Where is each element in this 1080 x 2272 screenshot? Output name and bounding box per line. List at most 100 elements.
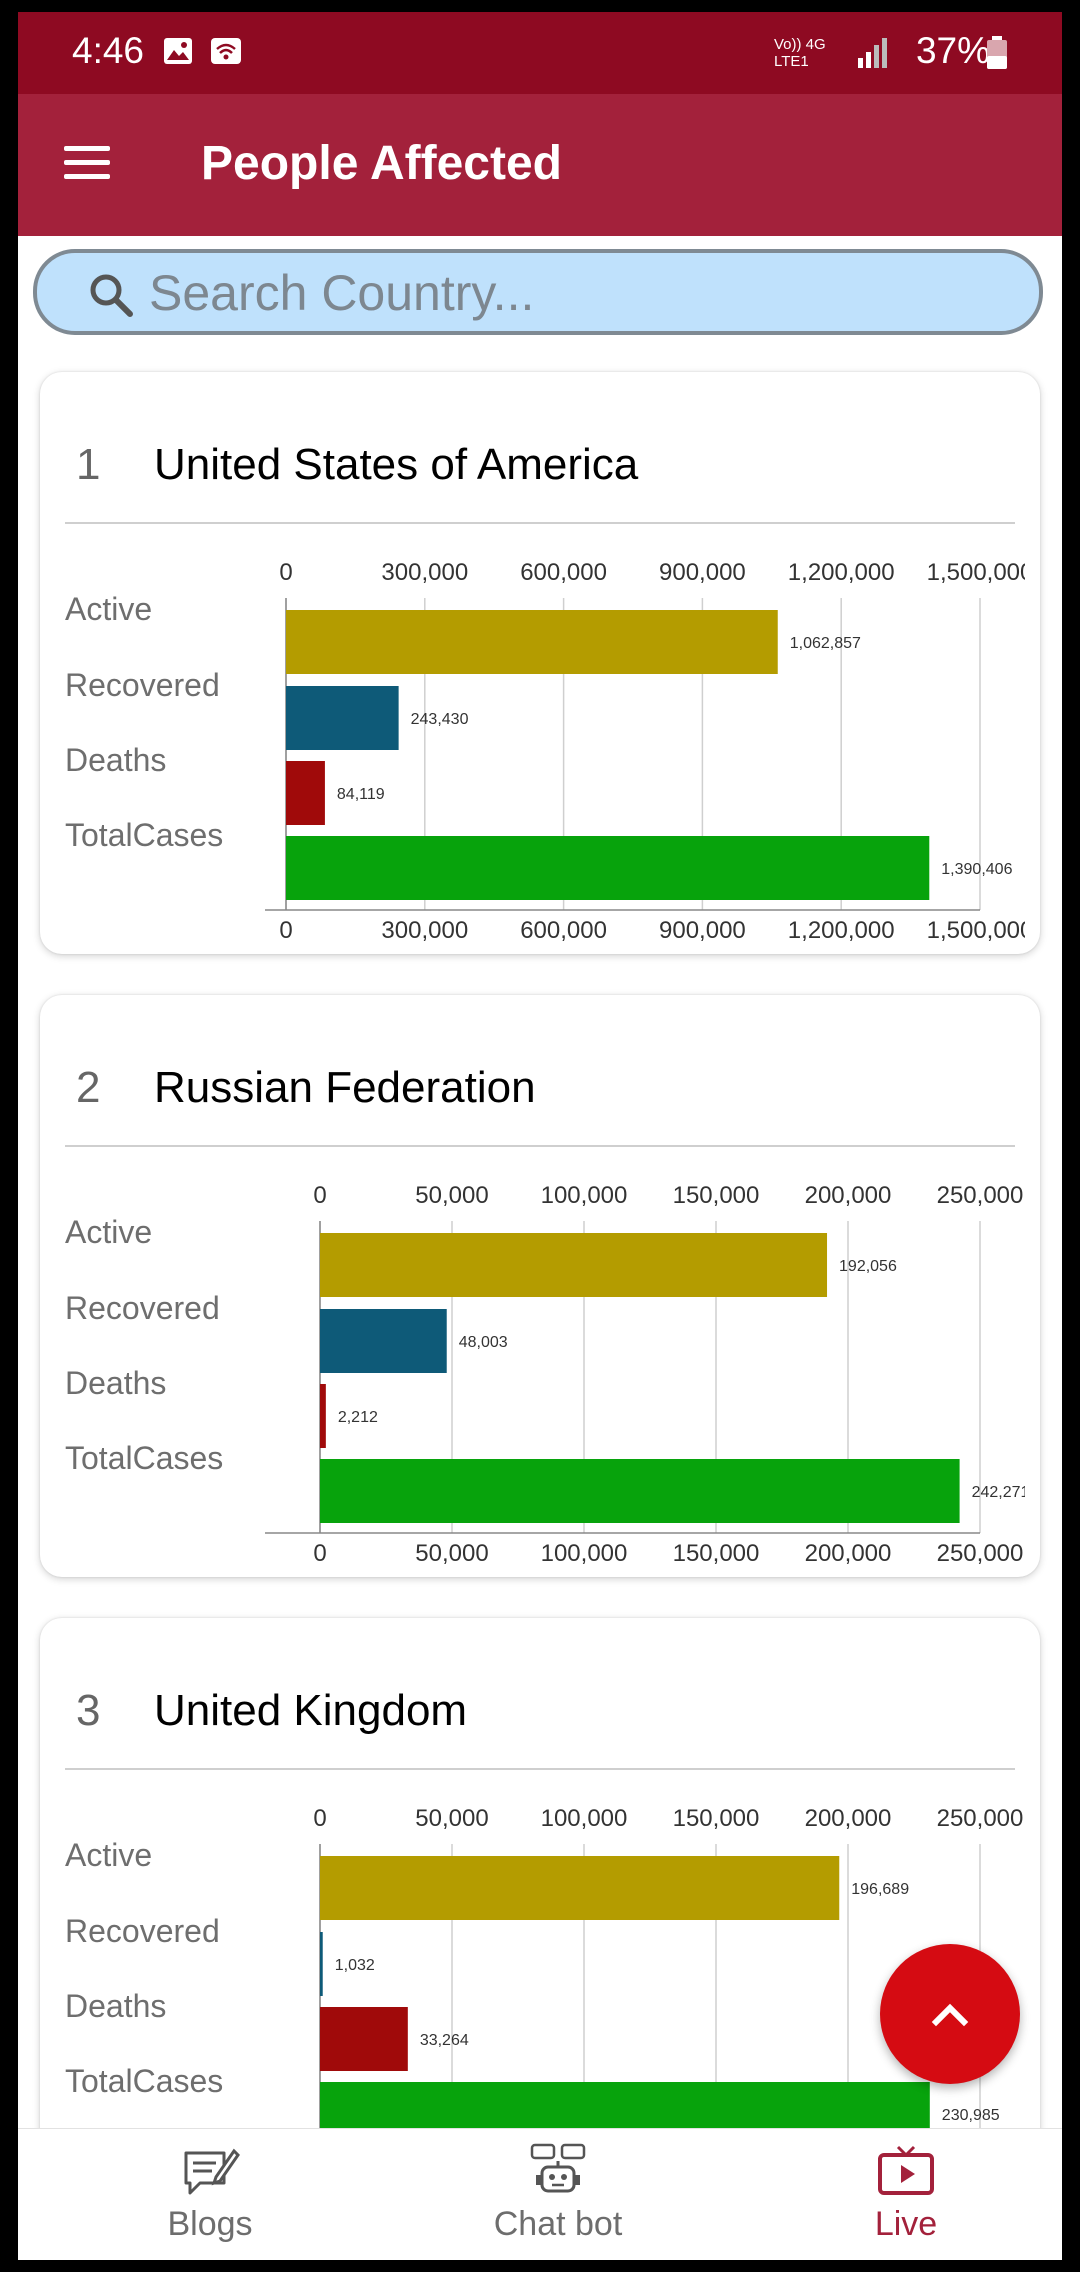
tick-label-top: 250,000 [937,1182,1024,1209]
category-label-active: Active [65,591,152,627]
tick-label-bottom: 150,000 [673,1540,760,1567]
tick-label-bottom: 250,000 [937,1540,1024,1567]
network-indicator: Vo)) 4G LTE1 [774,36,826,70]
bar-active [286,610,778,674]
bar-value-active: 192,056 [839,1258,897,1275]
nav-item-live[interactable]: Live [732,2129,1062,2260]
nav-item-chat-bot[interactable]: Chat bot [384,2129,732,2260]
tick-label-top: 300,000 [381,559,468,586]
tick-label-top: 0 [279,559,292,586]
divider [65,522,1015,524]
battery-percent: 37% [915,30,990,71]
bar-value-deaths: 84,119 [337,786,385,803]
bar-recovered [320,1309,447,1373]
country-card[interactable]: 1 United States of America 0 0 300,000 300,00… [40,372,1040,954]
chart-container: 0 0 300,000 300,000 600,000 600,000 900,000 900… [40,532,1025,952]
bar-deaths [286,761,325,825]
bottom-navigation: Blogs Chat bot Live [18,2128,1062,2260]
nav-label-blogs: Blogs [167,2205,253,2243]
chart-container: 0 0 50,000 50,000 100,000 100,000 150,000 150,0… [40,1155,1025,1575]
signal-icon [858,38,887,68]
category-label-recovered: Recovered [65,1290,220,1326]
nav-label-chat-bot: Chat bot [493,2205,623,2243]
blog-icon [184,2148,240,2195]
bar-value-total-cases: 230,985 [942,2107,1000,2124]
bar-chart: 0 0 300,000 300,000 600,000 600,000 900,000 900… [65,559,1025,944]
tick-label-bottom: 1,200,000 [788,917,895,944]
tick-label-top: 1,500,000 [927,559,1025,586]
bar-value-total-cases: 242,271 [972,1484,1025,1501]
category-label-total-cases: TotalCases [65,1440,223,1476]
tick-label-top: 150,000 [673,1182,760,1209]
hamburger-menu-icon[interactable] [64,146,110,186]
bar-recovered [286,686,399,750]
status-bar: 4:46 Vo)) 4G LTE1 37% [18,12,1062,94]
status-time: 4:46 [72,30,145,71]
bar-total-cases [286,836,930,900]
tick-label-top: 100,000 [541,1182,628,1209]
country-name: United Kingdom [154,1686,468,1735]
divider [65,1768,1015,1770]
bar-recovered [320,1932,323,1996]
tick-label-top: 600,000 [520,559,607,586]
bar-deaths [320,2007,408,2071]
live-tv-icon [878,2145,934,2195]
tick-label-bottom: 300,000 [381,917,468,944]
category-label-deaths: Deaths [65,742,166,778]
search-icon [90,274,133,317]
tick-label-top: 150,000 [673,1805,760,1832]
category-label-deaths: Deaths [65,1365,166,1401]
category-label-active: Active [65,1837,152,1873]
bar-value-recovered: 243,430 [411,711,469,728]
search-bar[interactable] [33,249,1043,335]
country-card[interactable]: 3United Kingdom0050,00050,000100,000100,… [40,1618,1040,2200]
category-label-total-cases: TotalCases [65,2063,223,2099]
tick-label-top: 0 [313,1182,326,1209]
bar-value-total-cases: 1,390,406 [941,861,1012,878]
bar-deaths [320,1384,326,1448]
search-input[interactable] [147,253,1011,333]
app-bar: People Affected [18,94,1062,236]
country-name: United States of America [154,440,639,489]
page-title: People Affected [201,137,562,190]
nav-item-blogs[interactable]: Blogs [36,2129,384,2260]
bar-active [320,1856,840,1920]
category-label-total-cases: TotalCases [65,817,223,853]
bar-value-recovered: 1,032 [335,1957,375,1974]
country-rank: 2 [76,1063,101,1112]
tick-label-bottom: 50,000 [415,1540,488,1567]
country-rank: 3 [76,1686,101,1735]
country-card[interactable]: 2 Russian Federation 0 0 50,000 50,000 100,000… [40,995,1040,1577]
app-screen: 4:46 Vo)) 4G LTE1 37% People Affected Se… [18,12,1062,2260]
tick-label-bottom: 100,000 [541,1540,628,1567]
bar-total-cases [320,1459,960,1523]
bar-value-recovered: 48,003 [459,1334,508,1351]
bar-value-active: 196,689 [851,1881,909,1898]
tick-label-top: 250,000 [937,1805,1024,1832]
bar-value-deaths: 33,264 [420,2032,469,2049]
bar-value-deaths: 2,212 [338,1409,378,1426]
nav-label-live: Live [874,2205,938,2243]
gallery-icon [164,38,192,64]
bar-active [320,1233,828,1297]
tick-label-top: 100,000 [541,1805,628,1832]
category-label-active: Active [65,1214,152,1250]
chatbot-icon [530,2143,586,2193]
tick-label-bottom: 900,000 [659,917,746,944]
divider [65,1145,1015,1147]
tick-label-bottom: 600,000 [520,917,607,944]
tick-label-top: 0 [313,1805,326,1832]
battery-icon [987,36,1007,69]
bar-value-active: 1,062,857 [790,635,861,652]
scroll-to-top-button[interactable] [880,1944,1020,2084]
tick-label-bottom: 200,000 [805,1540,892,1567]
category-label-recovered: Recovered [65,667,220,703]
tick-label-bottom: 0 [279,917,292,944]
tick-label-top: 900,000 [659,559,746,586]
tick-label-top: 50,000 [415,1805,488,1832]
country-name: Russian Federation [154,1063,536,1112]
tick-label-top: 200,000 [805,1182,892,1209]
category-label-recovered: Recovered [65,1913,220,1949]
tick-label-top: 1,200,000 [788,559,895,586]
category-label-deaths: Deaths [65,1988,166,2024]
